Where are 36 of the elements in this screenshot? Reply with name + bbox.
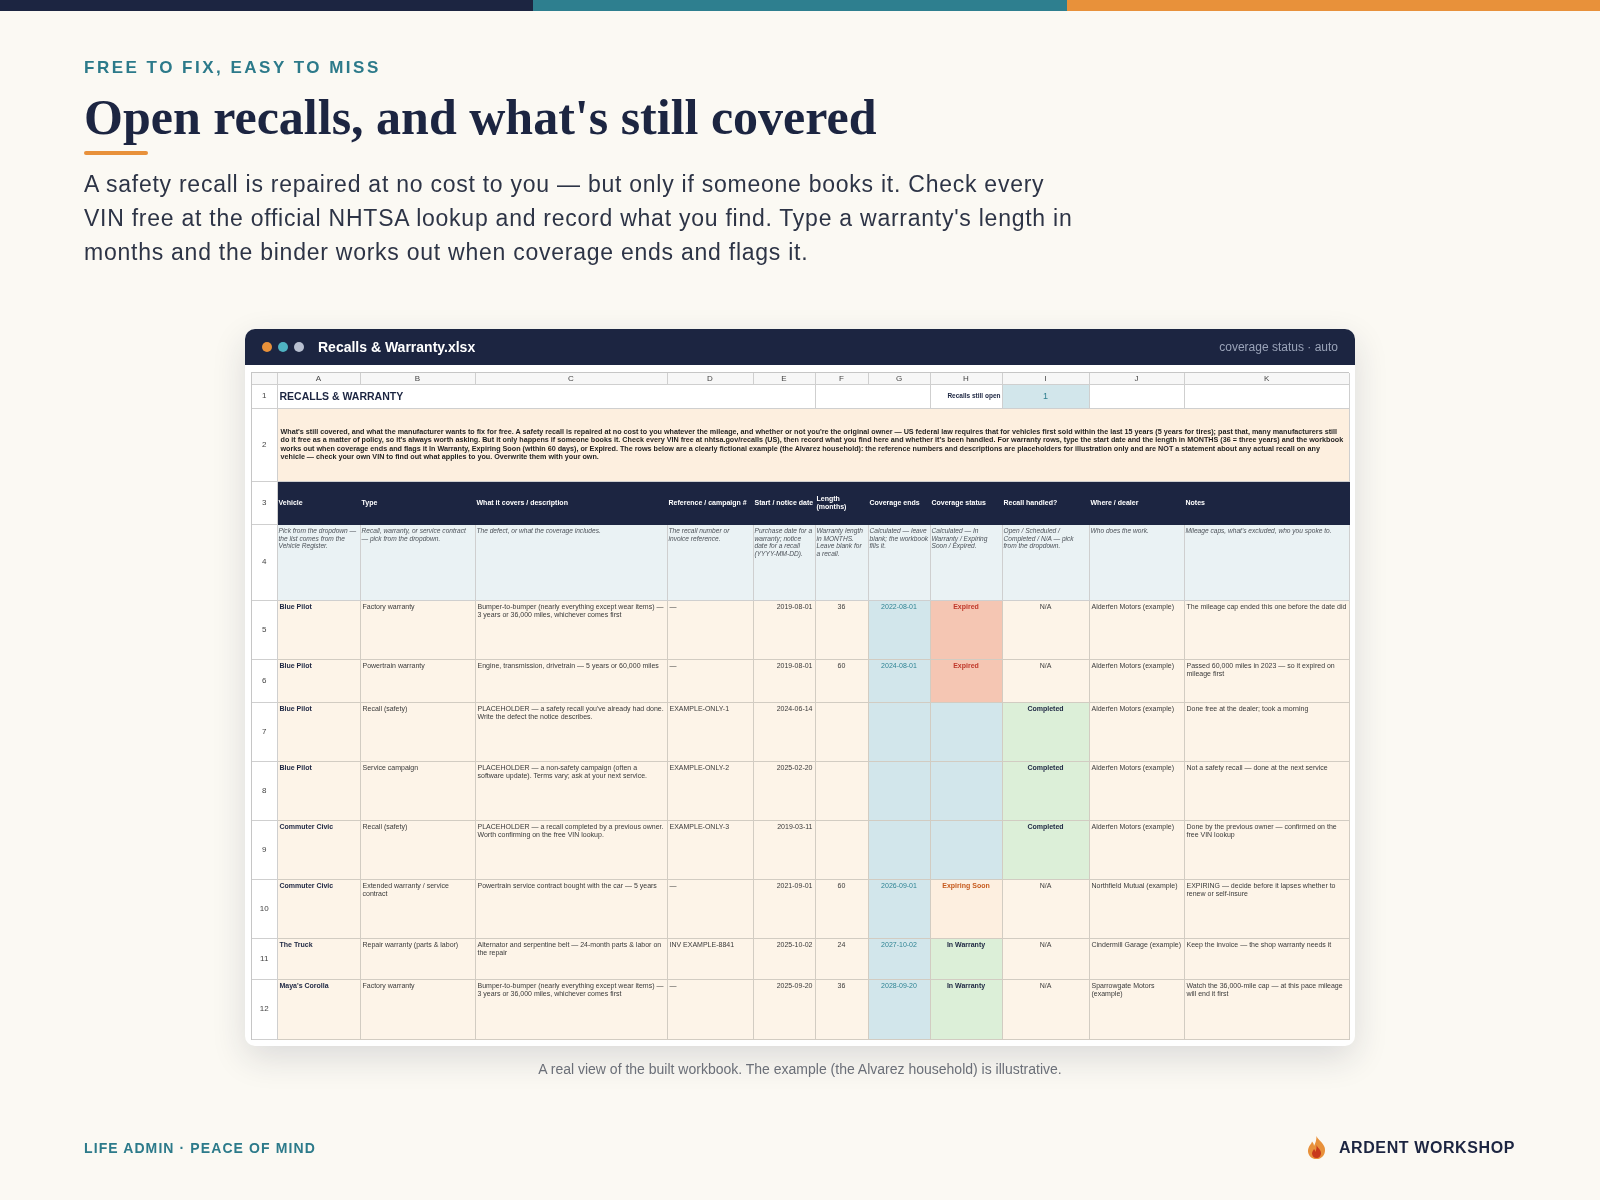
window-title: Recalls & Warranty.xlsx (318, 339, 476, 355)
row-number: 5 (252, 600, 278, 660)
row-number: 3 (252, 482, 278, 525)
brand-name: ARDENT WORKSHOP (1338, 1138, 1515, 1157)
row-number: 2 (252, 408, 278, 482)
column-header: C (475, 373, 668, 385)
flame-icon (1306, 1136, 1326, 1159)
column-header: E (753, 373, 816, 385)
row-number: 7 (252, 702, 278, 762)
row-number: 9 (252, 820, 278, 880)
column-header: K (1184, 373, 1350, 385)
window-status-text: coverage status · auto (1219, 340, 1338, 354)
intro-paragraph: A safety recall is repaired at no cost to you — but only if someone books it. Check every VIN free at the official NHTSA lookup and record what you find. Type a warranty's length in months and the binder works out when coverage ends and flags it. (84, 170, 1074, 267)
page-title: Open recalls, and what's still covered (84, 88, 878, 146)
column-header: D (667, 373, 754, 385)
eyebrow-label: FREE TO FIX, EASY TO MISS (84, 58, 382, 78)
column-header: A (277, 373, 361, 385)
title-underline (84, 151, 148, 155)
column-header: I (1002, 373, 1090, 385)
footer-tagline: LIFE ADMIN · PEACE OF MIND (84, 1139, 316, 1156)
column-header: B (360, 373, 476, 385)
column-header: J (1089, 373, 1185, 385)
window-dots-icon (262, 342, 304, 352)
row-number: 10 (252, 879, 278, 939)
row-number: 6 (252, 659, 278, 703)
column-header: H (930, 373, 1003, 385)
column-header: G (868, 373, 931, 385)
summary-value: 1 (1002, 385, 1090, 409)
row-number: 12 (252, 979, 278, 1040)
row-number: 8 (252, 761, 278, 821)
row-number: 11 (252, 938, 278, 980)
row-number: 1 (252, 385, 278, 409)
column-header: F (815, 373, 869, 385)
caption-text: A real view of the built workbook. The example (the Alvarez household) is illustrative. (538, 1059, 1062, 1078)
row-number: 4 (252, 525, 278, 601)
sheet-title: RECALLS & WARRANTY (277, 385, 816, 409)
